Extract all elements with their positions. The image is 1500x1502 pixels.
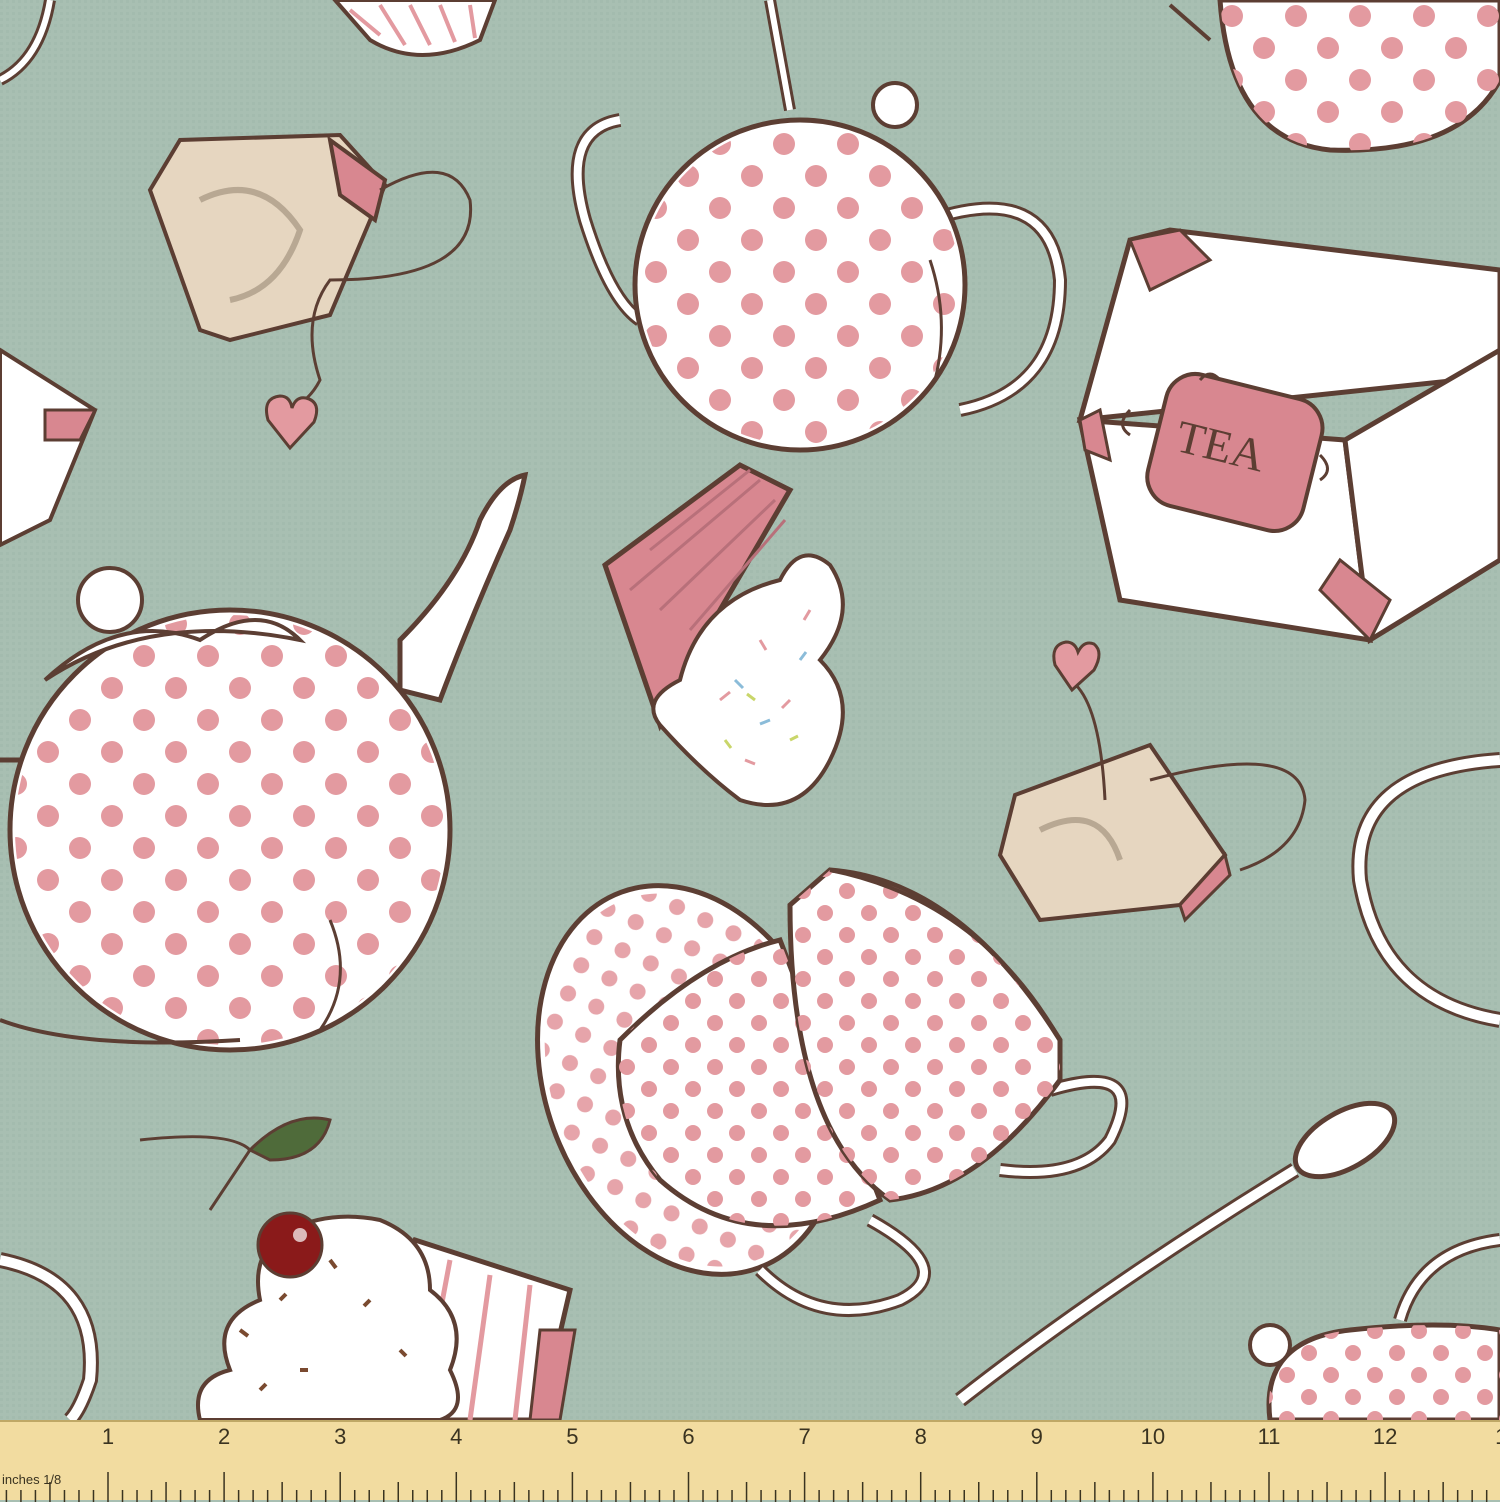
ruler-number: 8 — [914, 1424, 927, 1449]
tea-tin-icon: TEA — [1076, 227, 1500, 645]
ruler-number: 6 — [682, 1424, 695, 1449]
ruler-number: 9 — [1030, 1424, 1043, 1449]
ruler-number: 1 — [1495, 1424, 1500, 1450]
ruler-number: 7 — [798, 1424, 811, 1449]
ruler-number: 2 — [217, 1424, 231, 1449]
ruler-number: 1 — [101, 1424, 115, 1449]
ruler-number: 11 — [1257, 1424, 1281, 1449]
ruler-number: 12 — [1372, 1424, 1398, 1449]
tea-party-fabric-pattern: TEA — [0, 0, 1500, 1500]
ruler-number: 3 — [334, 1424, 347, 1449]
ruler-number: 5 — [566, 1424, 579, 1449]
ruler-number: 10 — [1140, 1424, 1166, 1449]
ruler-number: 4 — [450, 1424, 463, 1449]
measuring-ruler: inches 1/8 1234567891011121 — [0, 1420, 1500, 1502]
ruler-caption: inches 1/8 — [2, 1472, 62, 1487]
cherry-icon — [256, 1211, 324, 1279]
